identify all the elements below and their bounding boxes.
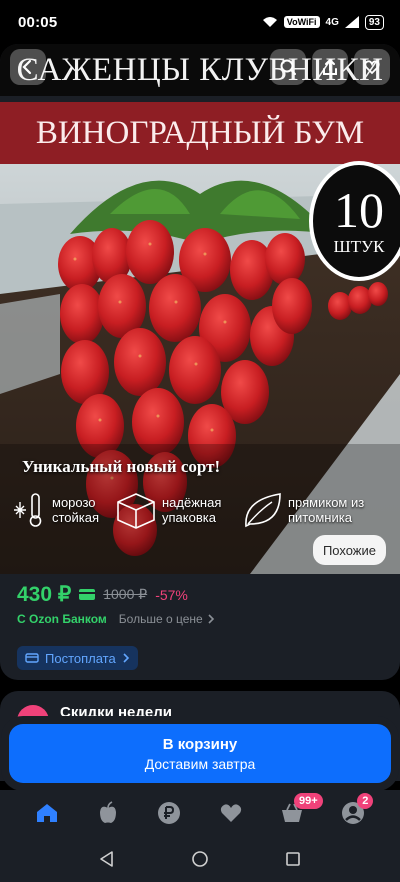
feature-frost-resistant: морозо стойкая [14, 490, 99, 530]
network-label: 4G [325, 16, 339, 28]
vowifi-label: VoWiFi [283, 16, 320, 28]
add-to-cart-label: В корзину [162, 735, 238, 753]
cart-badge: 99+ [293, 793, 323, 809]
feature-frost-text: морозо стойкая [52, 495, 99, 525]
feature-frost-line1: морозо [52, 495, 96, 510]
search-icon [280, 59, 296, 75]
leaf-icon [245, 493, 281, 528]
signal-icon [344, 16, 359, 28]
nav-cart[interactable]: 99+ [272, 793, 323, 833]
ozon-bank-label: С Ozon Банком [17, 612, 107, 626]
quantity-number: 10 [334, 182, 384, 238]
search-button[interactable] [270, 49, 306, 85]
banner-subtitle: ВИНОГРАДНЫЙ БУМ [0, 102, 400, 164]
more-about-price-label: Больше о цене [118, 612, 203, 626]
similar-products-button[interactable]: Похожие [312, 535, 386, 565]
bank-card-icon [79, 589, 96, 600]
quantity-badge: 10 ШТУК [309, 161, 400, 281]
price-row: 430 ₽ 1000 ₽ -57% [17, 582, 188, 607]
quantity-unit: ШТУК [333, 237, 385, 256]
discount-percent: -57% [155, 586, 188, 603]
bottom-navigation: 99+ 2 [0, 790, 400, 836]
banner-subtitle-text: ВИНОГРАДНЫЙ БУМ [35, 114, 365, 151]
feature-nursery-text: прямиком из питомника [288, 495, 364, 525]
thermometer-snowflake-icon [14, 493, 42, 527]
deals-title: Скидки недели [60, 704, 172, 721]
system-navigation [0, 836, 400, 882]
feature-nursery: прямиком из питомника [240, 490, 364, 530]
feature-packaging-text: надёжная упаковка [162, 495, 221, 525]
share-icon [323, 58, 337, 75]
battery-indicator: 93 [364, 14, 384, 30]
product-tagline: Уникальный новый сорт! [22, 457, 221, 476]
back-button[interactable] [10, 49, 46, 85]
profile-badge: 2 [357, 793, 374, 809]
postpay-button[interactable]: Постоплата [17, 646, 138, 670]
box-icon [117, 493, 155, 529]
apple-icon [99, 801, 116, 823]
wifi-icon [262, 17, 277, 27]
feature-frost-line2: стойкая [52, 510, 100, 525]
nav-home[interactable] [27, 793, 67, 833]
product-gallery[interactable]: САЖЕНЦЫ КЛУБНИКИ ВИНОГРАДНЫЙ БУМ 10 ШТУК… [0, 44, 400, 574]
feature-nursery-line2: питомника [288, 510, 352, 525]
price-section: 430 ₽ 1000 ₽ -57% С Ozon Банком Больше о… [0, 574, 400, 680]
nav-favorites[interactable] [211, 793, 251, 833]
postpay-label: Постоплата [45, 650, 116, 666]
heart-icon [364, 60, 380, 75]
favorite-button[interactable] [354, 49, 390, 85]
heart-icon [220, 804, 241, 822]
nav-fresh[interactable] [88, 793, 128, 833]
arrow-left-icon [22, 59, 32, 75]
feature-packaging-line2: упаковка [162, 510, 216, 525]
recents-square-icon[interactable] [284, 850, 302, 868]
chevron-right-icon [208, 614, 214, 624]
old-price: 1000 ₽ [103, 586, 148, 602]
feature-packaging-line1: надёжная [162, 495, 222, 510]
ruble-icon [158, 802, 181, 824]
feature-packaging: надёжная упаковка [114, 490, 221, 530]
status-icons: VoWiFi 4G 93 [262, 14, 384, 30]
nav-finance[interactable] [149, 793, 189, 833]
status-time: 00:05 [18, 13, 58, 31]
chevron-right-icon [123, 653, 129, 663]
more-about-price-link[interactable]: Больше о цене [119, 612, 215, 626]
status-bar: 00:05 VoWiFi 4G 93 [0, 0, 400, 44]
home-circle-icon[interactable] [191, 850, 209, 868]
home-icon [36, 804, 57, 822]
feature-nursery-line1: прямиком из [288, 495, 365, 510]
nav-profile[interactable]: 2 [333, 793, 374, 833]
back-triangle-icon[interactable] [98, 850, 116, 868]
current-price: 430 ₽ [17, 583, 72, 606]
bank-row: С Ozon Банком Больше о цене [17, 612, 215, 626]
share-button[interactable] [312, 49, 348, 85]
delivery-label: Доставим завтра [144, 755, 256, 772]
postpay-card-icon [25, 653, 39, 663]
add-to-cart-button[interactable]: В корзину Доставим завтра [9, 724, 391, 783]
